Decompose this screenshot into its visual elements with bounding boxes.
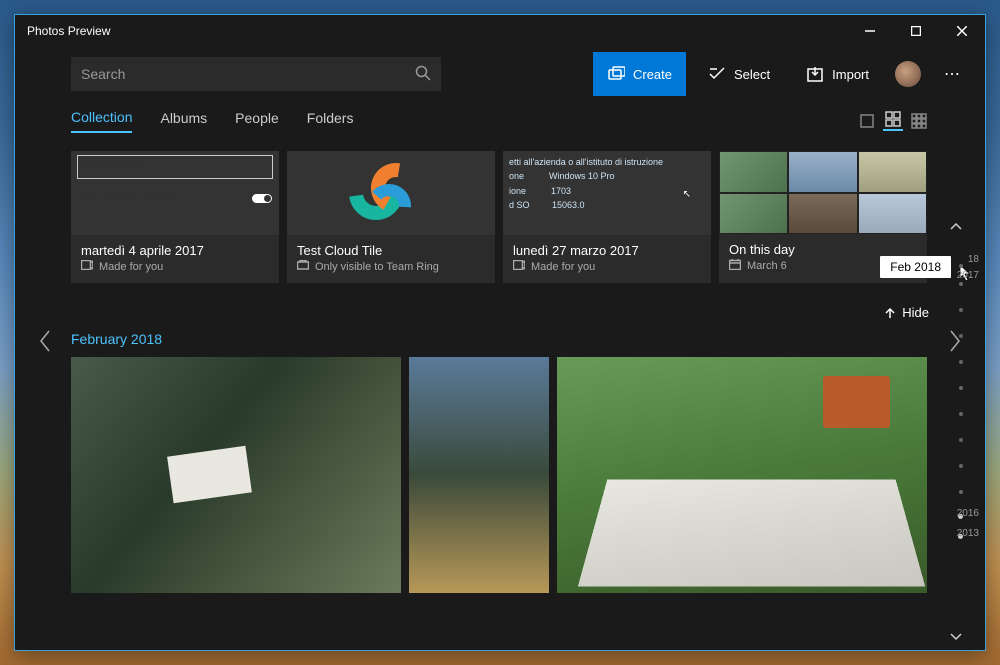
calendar-icon xyxy=(729,259,741,273)
timeline-tooltip: Feb 2018 xyxy=(880,256,951,278)
card-title: martedì 4 aprile 2017 xyxy=(81,243,269,258)
app-window: Photos Preview Create Se xyxy=(14,14,986,651)
nav-tabs: Collection Albums People Folders xyxy=(15,101,985,141)
select-button[interactable]: Select xyxy=(694,52,784,96)
card-title: Test Cloud Tile xyxy=(297,243,485,258)
more-button[interactable]: ⋯ xyxy=(933,64,973,84)
titlebar: Photos Preview xyxy=(15,15,985,47)
highlight-card[interactable]: Lumia da Andrea! OK to contact me about … xyxy=(71,151,279,283)
photo-thumbnail[interactable] xyxy=(557,357,927,593)
card-thumbnail xyxy=(719,151,927,234)
carousel-prev[interactable] xyxy=(35,321,55,361)
view-grid-icon[interactable] xyxy=(883,111,903,131)
card-thumbnail: Lumia da Andrea! OK to contact me about … xyxy=(71,151,279,235)
search-icon xyxy=(415,65,431,84)
card-thumbnail xyxy=(287,151,495,235)
photo-thumbnail[interactable] xyxy=(409,357,549,593)
toolbar: Create Select Import ⋯ xyxy=(15,47,985,101)
section-heading[interactable]: February 2018 xyxy=(71,331,929,347)
close-button[interactable] xyxy=(939,15,985,47)
hide-button[interactable]: Hide xyxy=(884,305,929,320)
chevron-down-icon[interactable] xyxy=(933,630,979,644)
highlight-card[interactable]: Test Cloud Tile Only visible to Team Rin… xyxy=(287,151,495,283)
card-thumbnail: etti all'azienda o all'istituto di istru… xyxy=(503,151,711,235)
photo-grid xyxy=(71,357,929,593)
view-single-icon[interactable] xyxy=(857,111,877,131)
select-icon xyxy=(708,65,726,83)
tab-collection[interactable]: Collection xyxy=(71,109,132,133)
tab-folders[interactable]: Folders xyxy=(307,110,354,132)
video-icon xyxy=(513,260,525,273)
timeline-scrubber[interactable]: Feb 2018 18 2017 2016 2013 xyxy=(933,220,979,640)
photo-thumbnail[interactable] xyxy=(71,357,401,593)
import-icon xyxy=(806,65,824,83)
cursor-icon: ↖ xyxy=(683,187,691,203)
tab-albums[interactable]: Albums xyxy=(160,110,207,132)
highlight-card[interactable]: etti all'azienda o all'istituto di istru… xyxy=(503,151,711,283)
create-icon xyxy=(607,65,625,83)
card-title: On this day xyxy=(729,242,917,257)
chevron-up-icon[interactable] xyxy=(933,220,979,234)
content-area: Lumia da Andrea! OK to contact me about … xyxy=(15,141,985,650)
avatar[interactable] xyxy=(895,61,921,87)
card-title: lunedì 27 marzo 2017 xyxy=(513,243,701,258)
search-box[interactable] xyxy=(71,57,441,91)
toggle-icon xyxy=(251,193,273,204)
maximize-button[interactable] xyxy=(893,15,939,47)
video-icon xyxy=(81,260,93,273)
view-small-grid-icon[interactable] xyxy=(909,111,929,131)
highlights-carousel: Lumia da Andrea! OK to contact me about … xyxy=(71,151,929,283)
import-button[interactable]: Import xyxy=(792,52,883,96)
create-button[interactable]: Create xyxy=(593,52,686,96)
tab-people[interactable]: People xyxy=(235,110,279,132)
cloud-icon xyxy=(297,260,309,273)
search-input[interactable] xyxy=(81,66,415,82)
window-title: Photos Preview xyxy=(15,24,847,38)
minimize-button[interactable] xyxy=(847,15,893,47)
